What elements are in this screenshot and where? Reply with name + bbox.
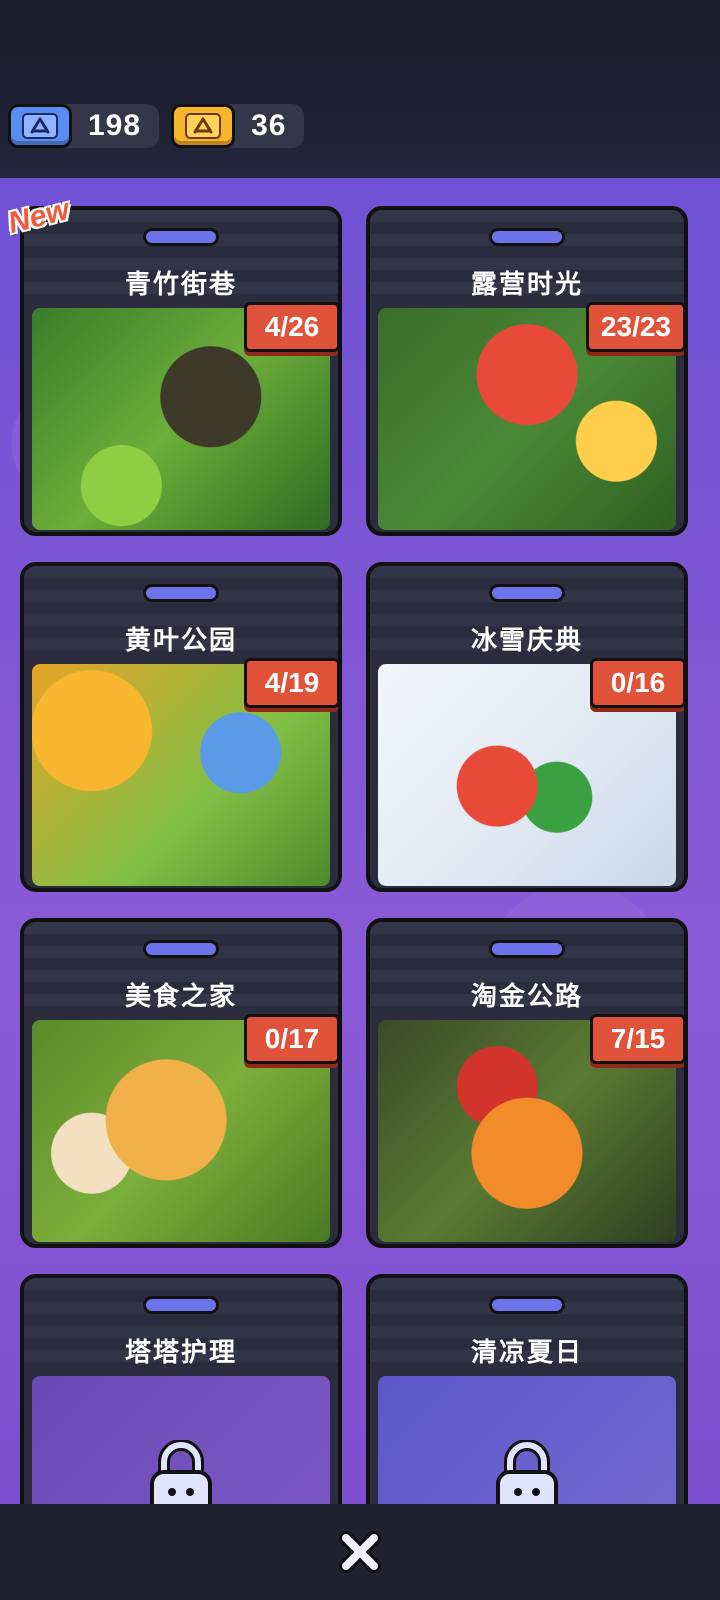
gold-ticket-icon xyxy=(171,104,236,148)
card-title: 青竹街巷 xyxy=(124,270,237,300)
bottom-bar xyxy=(0,1504,720,1600)
album-card-8-locked[interactable]: 清凉夏日 xyxy=(366,1274,688,1504)
album-card-7-locked[interactable]: 塔塔护理 xyxy=(20,1274,342,1504)
card-title: 美食之家 xyxy=(124,982,237,1012)
close-button[interactable] xyxy=(330,1522,390,1582)
currency-blue[interactable]: 198 xyxy=(8,104,160,148)
close-icon xyxy=(339,1531,381,1573)
progress-badge: 4/26 xyxy=(244,302,338,352)
album-card-1[interactable]: 青竹街巷 4/26 xyxy=(20,206,342,536)
card-title: 塔塔护理 xyxy=(124,1338,237,1368)
gold-currency-value: 36 xyxy=(251,109,287,142)
lock-icon xyxy=(144,1439,218,1504)
top-bar: 198 36 xyxy=(0,0,720,178)
card-handle xyxy=(489,584,565,602)
card-title: 清凉夏日 xyxy=(470,1338,583,1368)
card-handle xyxy=(489,940,565,958)
album-card-2[interactable]: 露营时光 23/23 xyxy=(366,206,688,536)
progress-badge: 4/19 xyxy=(244,658,338,708)
card-title: 露营时光 xyxy=(470,270,583,300)
card-handle xyxy=(489,1296,565,1314)
album-grid: 青竹街巷 4/26 露营时光 23/23 黄叶公园 4/19 冰雪庆典 0/16… xyxy=(0,178,720,1504)
album-card-4[interactable]: 冰雪庆典 0/16 xyxy=(366,562,688,892)
card-title: 冰雪庆典 xyxy=(470,626,583,656)
card-handle xyxy=(143,1296,219,1314)
album-card-6[interactable]: 淘金公路 7/15 xyxy=(366,918,688,1248)
lock-icon xyxy=(490,1439,564,1504)
card-handle xyxy=(143,584,219,602)
card-scene-image-dimmed xyxy=(32,1376,330,1504)
album-card-3[interactable]: 黄叶公园 4/19 xyxy=(20,562,342,892)
card-scene-image-dimmed xyxy=(378,1376,676,1504)
progress-badge: 23/23 xyxy=(585,302,684,352)
progress-badge: 7/15 xyxy=(590,1014,684,1064)
card-handle xyxy=(489,228,565,246)
card-handle xyxy=(143,228,219,246)
currency-row: 198 36 xyxy=(8,104,305,150)
progress-badge: 0/16 xyxy=(590,658,684,708)
card-title: 淘金公路 xyxy=(470,982,583,1012)
blue-currency-value: 198 xyxy=(88,109,142,142)
card-title: 黄叶公园 xyxy=(124,626,237,656)
currency-gold[interactable]: 36 xyxy=(171,104,305,148)
album-card-5[interactable]: 美食之家 0/17 xyxy=(20,918,342,1248)
progress-badge: 0/17 xyxy=(244,1014,338,1064)
blue-ticket-icon xyxy=(8,104,72,148)
card-handle xyxy=(143,940,219,958)
